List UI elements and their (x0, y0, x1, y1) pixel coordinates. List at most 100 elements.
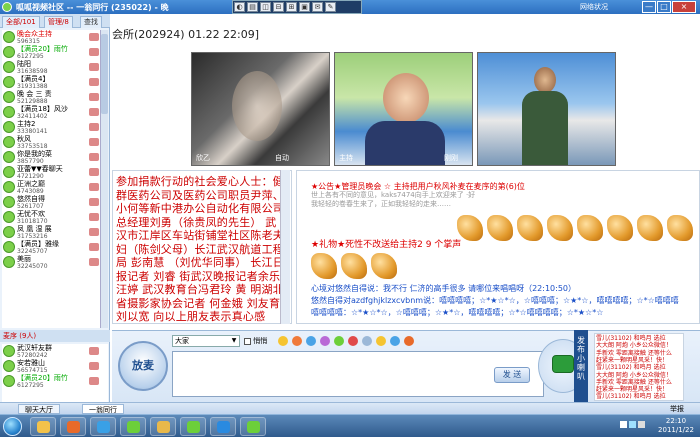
user-row[interactable]: 【满员4】 31931388 (2, 75, 100, 90)
tab-chat-lobby[interactable]: 聊天大厅 (18, 404, 60, 414)
private-checkbox[interactable] (244, 337, 251, 345)
chat-message-area[interactable]: ★公告★管理员晚会 ☆ 主持把用户秋风补麦在麦序的第(6)位 世上各有不同的意见… (296, 170, 700, 324)
private-label: 悄悄 (253, 337, 268, 345)
taskbar-app[interactable] (180, 417, 206, 436)
user-row[interactable]: 你是我的菜 3857790 (2, 150, 100, 165)
frog-icon (187, 421, 200, 433)
user-row[interactable]: 【满员18】风沙 32411402 (2, 105, 100, 120)
toolbar-button-2[interactable]: ▤ (247, 2, 258, 12)
user-row[interactable]: 晚会众主持 596315 (2, 30, 100, 45)
mic-button[interactable]: 放麦 (118, 341, 168, 391)
user-row[interactable]: 陆阳 31638598 (2, 60, 100, 75)
taskbar-app[interactable] (60, 417, 86, 436)
avatar-icon (3, 360, 15, 372)
tray-network-icon[interactable] (629, 421, 636, 428)
report-link[interactable]: 举报 (670, 404, 684, 414)
public-chat-scrollbar[interactable] (280, 170, 290, 324)
taskbar-app[interactable] (210, 417, 236, 436)
user-row[interactable]: 凤 凰 湿 展 31753216 (2, 225, 100, 240)
scissors-icon[interactable] (390, 336, 400, 346)
taskbar-app[interactable] (240, 417, 266, 436)
video-panel-1[interactable]: 欣乙 自动 (191, 52, 330, 166)
maximize-button[interactable]: □ (657, 1, 671, 13)
taskbar-app[interactable] (150, 417, 176, 436)
user-row[interactable]: 【满员】雅缘 32245707 (2, 240, 100, 255)
user-id: 4721290 (17, 173, 44, 180)
toolbar-button-8[interactable]: ✎ (325, 2, 336, 12)
toolbar-button-4[interactable]: ⊟ (273, 2, 284, 12)
tray-flag-icon[interactable] (620, 421, 627, 428)
image-icon[interactable] (334, 336, 344, 346)
video-panel-3[interactable] (477, 52, 616, 166)
user-row[interactable]: 美丽 32245070 (2, 255, 100, 270)
taskbar-app[interactable] (30, 417, 56, 436)
clear-icon[interactable] (404, 336, 414, 346)
public-chat-area[interactable]: 参加捐款行动的社会爱心人士：健群医药公司及医药公司职员尹萍、小何等新中港办公自动… (112, 170, 292, 324)
chat-line-message: 心境对悠然自得说：我不行 仁济的高手很多 请哪位来唱唱呀（22:10:50） (311, 284, 577, 293)
video-panel-2[interactable]: 主持 刚刚 (334, 52, 473, 166)
scrollbar-thumb[interactable] (101, 34, 108, 114)
user-row[interactable]: 悠然自得 5261707 (2, 195, 100, 210)
user-id: 56574715 (17, 367, 48, 374)
user-row[interactable]: 安若雅山 56574715 (2, 359, 100, 374)
user-badge-icon (89, 243, 99, 251)
start-button[interactable] (3, 417, 22, 436)
user-row[interactable]: 【满员20】雨竹 6127295 (2, 374, 100, 389)
user-row[interactable]: 武汉轩友群 57280242 (2, 344, 100, 359)
recipient-select[interactable]: 大家 ▼ (172, 335, 240, 347)
toolbar-button-3[interactable]: ◫ (260, 2, 271, 12)
user-name: 无忧不欢 (17, 210, 45, 218)
video-label-right: 自动 (275, 154, 289, 162)
user-row[interactable]: 无忧不欢 31018170 (2, 210, 100, 225)
recipient-value: 大家 (175, 337, 189, 345)
message-input[interactable] (172, 351, 544, 397)
broadcast-button[interactable]: 发布小喇叭 (574, 330, 588, 402)
taskbar-app[interactable] (90, 417, 116, 436)
explorer-icon (37, 421, 50, 433)
network-status[interactable]: 网络状况 (580, 2, 608, 12)
chat-line-gift: ★礼物★死性不改送给主持2 9 个掌声 (311, 240, 462, 250)
broadcast-line: 雪儿(31102) 和鸣月 选拉 (596, 335, 666, 342)
tab-admins[interactable]: 管理/8 (44, 16, 73, 28)
system-clock[interactable]: 22:10 2011/1/22 (654, 417, 698, 435)
room-tabs-bar: 聊天大厅 一翁同行 举报 (0, 402, 700, 414)
avatar-icon (3, 196, 15, 208)
private-toggle[interactable]: 悄悄 (244, 336, 267, 346)
quick-toolbar: ◐ ▤ ◫ ⊟ ⊞ ▣ ✉ ✎ (232, 0, 362, 14)
tray-volume-icon[interactable] (638, 421, 645, 428)
system-tray[interactable] (620, 421, 650, 431)
settings-icon[interactable] (362, 336, 372, 346)
chat-line-message: 悠然自得对azdfghjklzxcvbnm说：嘻嘻嘻嘻；☆*★☆*☆，☆嘻嘻嘻；… (311, 296, 679, 305)
font-icon[interactable] (320, 336, 330, 346)
send-button[interactable]: 发 送 (494, 367, 530, 383)
gift-icon[interactable] (348, 336, 358, 346)
user-row[interactable]: 【满员20】雨竹 6127295 (2, 45, 100, 60)
tab-all-users[interactable]: 全部/101 (2, 16, 40, 28)
user-row[interactable]: 正洲之巅 4743089 (2, 180, 100, 195)
user-name: 你是我的菜 (17, 150, 52, 158)
tab-search[interactable]: 查找 (80, 16, 102, 28)
chat-line-faded: 我轻轻的卷春生来了，正如我轻轻的走来…… (311, 200, 451, 208)
user-row[interactable]: 秋风 33753518 (2, 135, 100, 150)
emoticon-icon[interactable] (278, 336, 288, 346)
avatar-icon (3, 46, 15, 58)
avatar-icon (3, 151, 15, 163)
toolbar-button-6[interactable]: ▣ (299, 2, 310, 12)
close-button[interactable]: × (672, 1, 696, 13)
flower-icon[interactable] (292, 336, 302, 346)
star-icon[interactable] (376, 336, 386, 346)
window-title: 呱呱视频社区 -- 一翁同行 (235022) - 晚 (16, 3, 169, 12)
user-row[interactable]: 主持2 33380141 (2, 120, 100, 135)
toolbar-button-1[interactable]: ◐ (234, 2, 245, 12)
tab-room[interactable]: 一翁同行 (82, 404, 124, 414)
broadcast-line: 手新欢 零距离接触 还等什么 (596, 349, 672, 357)
user-row[interactable]: 晚 会 三 责 52129888 (2, 90, 100, 105)
minimize-button[interactable]: — (642, 1, 656, 13)
taskbar-app[interactable] (120, 417, 146, 436)
toolbar-button-5[interactable]: ⊞ (286, 2, 297, 12)
user-row[interactable]: 亚蕾▼▼春聊天 4721290 (2, 165, 100, 180)
user-list-scrollbar[interactable] (100, 30, 108, 328)
gift-box-icon[interactable] (552, 355, 574, 373)
color-icon[interactable] (306, 336, 316, 346)
toolbar-button-7[interactable]: ✉ (312, 2, 323, 12)
